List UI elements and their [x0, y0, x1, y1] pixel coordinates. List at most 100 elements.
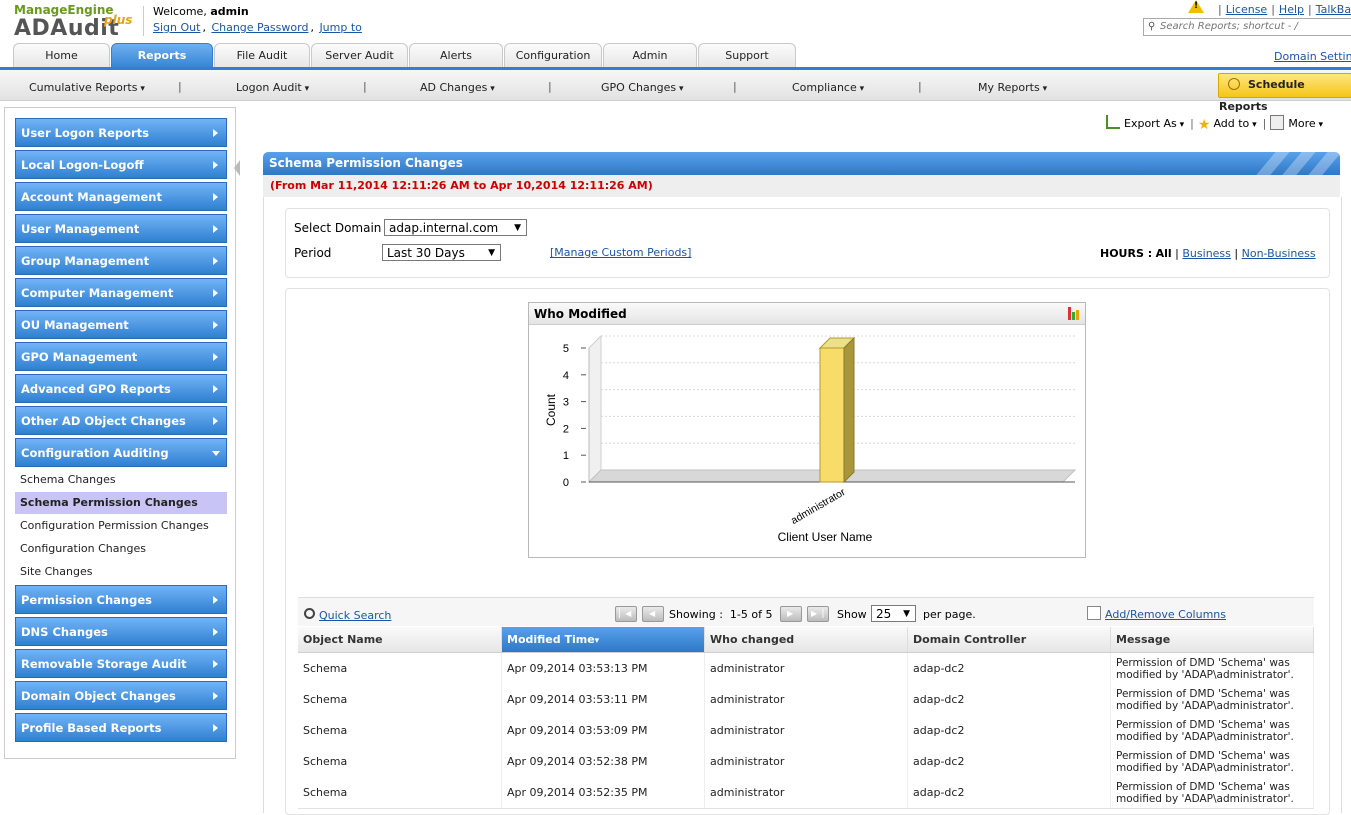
sidebar-item-domain-object-changes[interactable]: Domain Object Changes — [15, 681, 227, 710]
sidebar-subitem-schema-changes[interactable]: Schema Changes — [15, 469, 227, 491]
cell-message: Permission of DMD 'Schema' was modified … — [1111, 715, 1314, 746]
sidebar-item-computer-management[interactable]: Computer Management — [15, 278, 227, 307]
chevron-right-icon — [213, 660, 218, 668]
domain-value: adap.internal.com — [389, 221, 499, 235]
y-tick-label: 3 — [563, 397, 569, 409]
column-object-name[interactable]: Object Name — [298, 627, 502, 652]
sidebar-item-user-management[interactable]: User Management — [15, 214, 227, 243]
column-modified-time[interactable]: Modified Time — [502, 627, 705, 652]
sidebar-item-dns-changes[interactable]: DNS Changes — [15, 617, 227, 646]
export-icon — [1106, 115, 1120, 129]
table-row[interactable]: Schema Apr 09,2014 03:53:11 PM administrat… — [298, 684, 1314, 716]
hours-non-business-link[interactable]: Non-Business — [1242, 247, 1316, 260]
sidebar-item-removable-storage-audit[interactable]: Removable Storage Audit — [15, 649, 227, 678]
edit-columns-icon — [1087, 606, 1101, 620]
chevron-right-icon — [213, 225, 218, 233]
bar-chart-icon[interactable] — [1067, 307, 1081, 320]
sidebar-item-permission-changes[interactable]: Permission Changes — [15, 585, 227, 614]
report-title-bar: Schema Permission Changes — [263, 152, 1340, 175]
search-input[interactable] — [1160, 19, 1350, 33]
tab-configuration[interactable]: Configuration — [504, 43, 602, 68]
subnav-logon-audit[interactable]: Logon Audit — [236, 81, 309, 94]
sidebar-item-gpo-management[interactable]: GPO Management — [15, 342, 227, 371]
bar-side-administrator — [843, 336, 855, 484]
tab-admin[interactable]: Admin — [603, 43, 697, 68]
add-to-button[interactable]: ★ Add to — [1198, 117, 1257, 133]
cell-modified-time: Apr 09,2014 03:52:35 PM — [502, 777, 705, 808]
warning-icon[interactable] — [1188, 0, 1204, 13]
add-remove-columns-link[interactable]: Add/Remove Columns — [1087, 606, 1226, 621]
sidebar-item-local-logon-logoff[interactable]: Local Logon-Logoff — [15, 150, 227, 179]
schedule-reports-button[interactable]: Schedule Reports — [1218, 73, 1351, 113]
sidebar-subitem-site-changes[interactable]: Site Changes — [15, 561, 227, 583]
sidebar-item-profile-based-reports[interactable]: Profile Based Reports — [15, 713, 227, 742]
domain-settings-link[interactable]: Domain Settin — [1274, 50, 1351, 63]
tab-home[interactable]: Home — [13, 43, 110, 68]
last-page-button[interactable] — [807, 606, 829, 622]
table-row[interactable]: Schema Apr 09,2014 03:52:38 PM administrat… — [298, 746, 1314, 778]
help-link[interactable]: Help — [1279, 3, 1304, 16]
sidebar-item-user-logon-reports[interactable]: User Logon Reports — [15, 118, 227, 147]
cell-domain-controller: adap-dc2 — [908, 684, 1111, 715]
column-who-changed[interactable]: Who changed — [705, 627, 908, 652]
per-page-select[interactable]: 25 ▼ — [871, 605, 916, 622]
chevron-right-icon — [213, 385, 218, 393]
manage-custom-periods-link[interactable]: [Manage Custom Periods] — [550, 246, 691, 259]
sidebar-item-ou-management[interactable]: OU Management — [15, 310, 227, 339]
sidebar-subitem-configuration-permission-changes[interactable]: Configuration Permission Changes — [15, 515, 227, 537]
add-remove-columns-label: Add/Remove Columns — [1105, 608, 1226, 621]
domain-select[interactable]: adap.internal.com ▼ — [384, 219, 527, 236]
sidebar-item-other-ad-object-changes[interactable]: Other AD Object Changes — [15, 406, 227, 435]
jump-to-link[interactable]: Jump to — [319, 21, 361, 34]
talkback-link[interactable]: TalkBa — [1316, 3, 1351, 16]
y-tick-label: 5 — [563, 343, 569, 355]
column-message[interactable]: Message — [1111, 627, 1314, 652]
change-password-link[interactable]: Change Password — [211, 21, 308, 34]
previous-page-button[interactable] — [642, 606, 664, 622]
sidebar-item-group-management[interactable]: Group Management — [15, 246, 227, 275]
header-links: Sign Out, Change Password, Jump to — [153, 21, 362, 34]
tab-server-audit[interactable]: Server Audit — [311, 43, 408, 68]
tab-support[interactable]: Support — [698, 43, 796, 68]
subnav-my-reports[interactable]: My Reports — [978, 81, 1047, 94]
tab-alerts[interactable]: Alerts — [409, 43, 503, 68]
next-page-button[interactable] — [780, 606, 802, 622]
brand-plus: plus — [104, 13, 133, 27]
subnav-divider: | — [363, 80, 367, 93]
cell-domain-controller: adap-dc2 — [908, 653, 1111, 684]
sidebar-item-advanced-gpo-reports[interactable]: Advanced GPO Reports — [15, 374, 227, 403]
period-select[interactable]: Last 30 Days ▼ — [382, 244, 501, 261]
first-page-button[interactable] — [615, 606, 637, 622]
tab-file-audit[interactable]: File Audit — [214, 43, 310, 68]
sidebar-subitem-configuration-changes[interactable]: Configuration Changes — [15, 538, 227, 560]
subnav-cumulative-reports[interactable]: Cumulative Reports — [29, 81, 145, 94]
more-button[interactable]: More — [1270, 115, 1323, 130]
column-domain-controller[interactable]: Domain Controller — [908, 627, 1111, 652]
show-label: Show — [837, 608, 867, 621]
header-divider — [143, 6, 144, 36]
x-tick-label: administrator — [789, 486, 848, 527]
hours-business-link[interactable]: Business — [1182, 247, 1231, 260]
star-icon: ★ — [1197, 117, 1211, 133]
y-tick-label: 1 — [563, 450, 569, 462]
quick-search-link[interactable]: Quick Search — [304, 608, 391, 622]
subnav-gpo-changes[interactable]: GPO Changes — [601, 81, 684, 94]
table-row[interactable]: Schema Apr 09,2014 03:53:09 PM administrat… — [298, 715, 1314, 747]
subnav-compliance[interactable]: Compliance — [792, 81, 864, 94]
sidebar-subitem-schema-permission-changes[interactable]: Schema Permission Changes — [15, 492, 227, 514]
table-row[interactable]: Schema Apr 09,2014 03:52:35 PM administrat… — [298, 777, 1314, 809]
table-row[interactable]: Schema Apr 09,2014 03:53:13 PM administrat… — [298, 653, 1314, 685]
export-as-button[interactable]: Export As — [1106, 115, 1184, 130]
subnav-ad-changes[interactable]: AD Changes — [420, 81, 495, 94]
sidebar-item-configuration-auditing[interactable]: Configuration Auditing — [15, 438, 227, 467]
sidebar-item-label: User Logon Reports — [21, 126, 150, 140]
sidebar-collapse-handle[interactable] — [234, 160, 240, 176]
hours-all[interactable]: All — [1156, 247, 1172, 260]
sign-out-link[interactable]: Sign Out — [153, 21, 200, 34]
more-icon — [1270, 115, 1285, 130]
license-link[interactable]: License — [1226, 3, 1267, 16]
tab-reports[interactable]: Reports — [111, 43, 213, 70]
cell-who-changed: administrator — [705, 746, 908, 777]
search-box[interactable]: ⚲ — [1143, 18, 1351, 36]
sidebar-item-account-management[interactable]: Account Management — [15, 182, 227, 211]
